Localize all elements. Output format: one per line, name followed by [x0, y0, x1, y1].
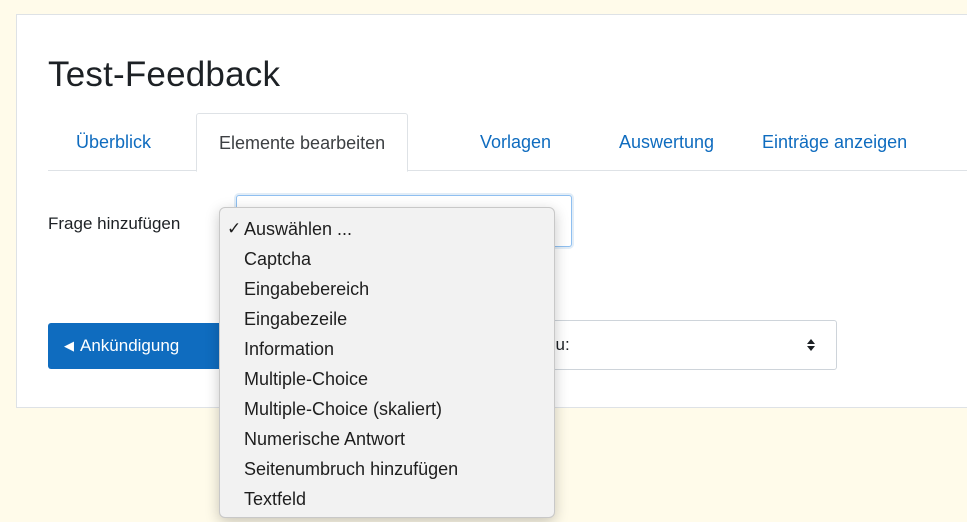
option-numeric-answer[interactable]: Numerische Antwort	[220, 424, 554, 454]
option-add-pagebreak[interactable]: Seitenumbruch hinzufügen	[220, 454, 554, 484]
tab-bar: Überblick Elemente bearbeiten Vorlagen A…	[48, 113, 967, 172]
tab-templates[interactable]: Vorlagen	[480, 113, 551, 171]
option-multiple-choice-rated[interactable]: Multiple-Choice (skaliert)	[220, 394, 554, 424]
option-multiple-choice[interactable]: Multiple-Choice	[220, 364, 554, 394]
previous-activity-label: Ankündigung	[80, 336, 180, 355]
question-type-dropdown: ✓ Auswählen ... Captcha Eingabebereich E…	[219, 207, 555, 518]
page-title: Test-Feedback	[48, 55, 281, 94]
left-triangle-icon: ◀	[64, 338, 74, 353]
previous-activity-button[interactable]: ◀ Ankündigung	[48, 323, 248, 369]
option-captcha[interactable]: Captcha	[220, 244, 554, 274]
jump-to-select[interactable]: zu:	[532, 320, 837, 370]
option-input-line[interactable]: Eingabezeile	[220, 304, 554, 334]
option-input-area[interactable]: Eingabebereich	[220, 274, 554, 304]
option-label: Auswählen ...	[244, 219, 353, 239]
check-icon: ✓	[227, 219, 242, 238]
option-information[interactable]: Information	[220, 334, 554, 364]
tab-show-entries[interactable]: Einträge anzeigen	[762, 113, 907, 171]
tab-overview[interactable]: Überblick	[76, 113, 151, 171]
tab-edit-elements[interactable]: Elemente bearbeiten	[196, 113, 409, 172]
updown-arrows-icon	[807, 339, 815, 351]
option-select-placeholder[interactable]: ✓ Auswählen ...	[220, 214, 554, 244]
add-question-label: Frage hinzufügen	[48, 214, 181, 233]
tab-analysis[interactable]: Auswertung	[619, 113, 714, 171]
option-textfield[interactable]: Textfeld	[220, 484, 554, 514]
